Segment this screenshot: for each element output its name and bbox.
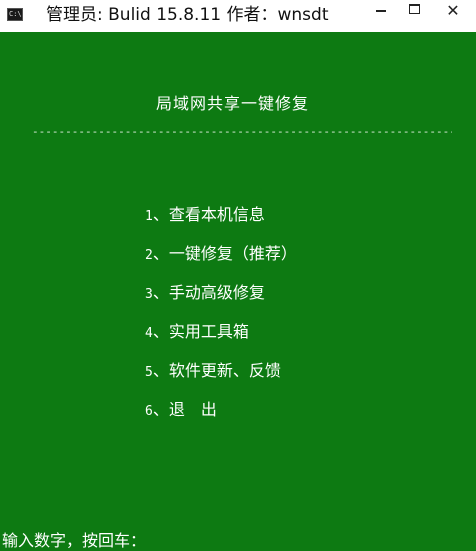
console-icon-glyph: C:\ [9,10,22,18]
menu-item-one-click-repair: 2、一键修复（推荐） [145,241,297,280]
maximize-button[interactable] [398,0,430,32]
menu-item-number: 5 [145,365,153,380]
menu-list: 1、查看本机信息 2、一键修复（推荐） 3、手动高级修复 4、实用工具箱 5、软… [145,202,297,436]
menu-item-label: 、退 出 [152,400,217,419]
menu-item-label: 、软件更新、反馈 [152,361,281,380]
console-window: C:\ 管理员: Bulid 15.8.11 作者：wnsdt ✕ 局域网共享一… [0,0,476,551]
separator-line: ----------------------------------------… [32,125,452,138]
menu-item-number: 4 [145,326,153,341]
menu-item-label: 、实用工具箱 [152,322,249,341]
menu-item-update-feedback: 5、软件更新、反馈 [145,358,297,397]
menu-item-number: 3 [145,287,153,302]
window-title: 管理员: Bulid 15.8.11 作者：wnsdt [46,5,329,25]
minimize-button[interactable] [364,0,398,32]
menu-item-exit: 6、退 出 [145,397,297,436]
console-area[interactable]: 局域网共享一键修复 ------------------------------… [0,32,476,551]
input-prompt[interactable]: 输入数字，按回车： [2,527,146,551]
console-icon[interactable]: C:\ [7,8,23,21]
title-bar[interactable]: C:\ 管理员: Bulid 15.8.11 作者：wnsdt ✕ [0,0,476,32]
menu-item-label: 、一键修复（推荐） [152,244,297,263]
menu-item-manual-repair: 3、手动高级修复 [145,280,297,319]
menu-item-view-info: 1、查看本机信息 [145,202,297,241]
menu-item-number: 2 [145,248,153,263]
menu-item-number: 1 [145,209,153,224]
console-heading: 局域网共享一键修复 [156,94,310,113]
close-icon: ✕ [446,1,460,20]
minimize-icon [376,10,386,12]
menu-item-label: 、手动高级修复 [152,283,265,302]
close-button[interactable]: ✕ [430,0,476,32]
maximize-icon [408,4,420,14]
menu-item-toolbox: 4、实用工具箱 [145,319,297,358]
menu-item-label: 、查看本机信息 [152,205,265,224]
menu-item-number: 6 [145,404,153,419]
